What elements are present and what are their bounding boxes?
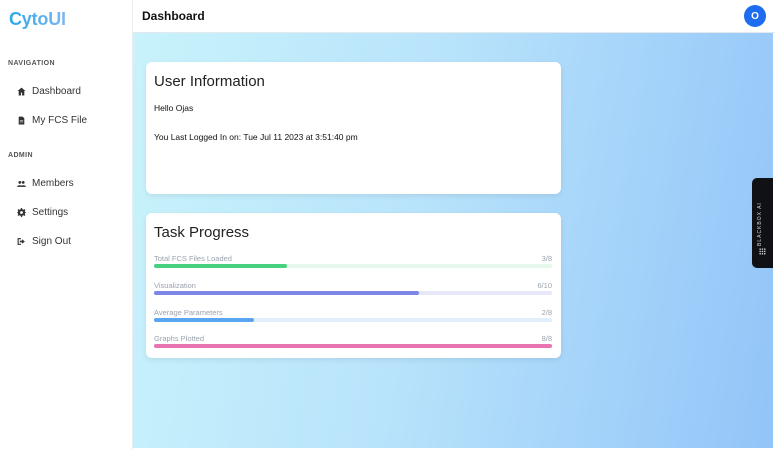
task-label: Total FCS Files Loaded bbox=[154, 254, 232, 263]
task-row: Visualization 6/10 bbox=[154, 281, 552, 297]
admin-section-title: ADMIN bbox=[8, 152, 33, 159]
page-title: Dashboard bbox=[142, 9, 205, 23]
sign-out-icon bbox=[17, 237, 25, 245]
task-value: 2/8 bbox=[541, 308, 552, 317]
task-value: 8/8 bbox=[541, 334, 552, 343]
task-label: Visualization bbox=[154, 281, 196, 290]
task-value: 3/8 bbox=[541, 254, 552, 263]
task-row: Average Parameters 2/8 bbox=[154, 308, 552, 324]
nav-section-title: NAVIGATION bbox=[8, 60, 55, 67]
sidebar-item-label: Settings bbox=[32, 206, 69, 218]
progress-track bbox=[154, 264, 552, 268]
sidebar-item-settings[interactable]: Settings bbox=[17, 205, 68, 219]
avatar[interactable]: O bbox=[744, 5, 766, 27]
user-information-card: User Information Hello Ojas You Last Log… bbox=[146, 62, 561, 194]
sidebar-item-label: Dashboard bbox=[32, 85, 81, 97]
task-row: Total FCS Files Loaded 3/8 bbox=[154, 254, 552, 270]
sidebar-item-dashboard[interactable]: Dashboard bbox=[17, 84, 81, 98]
progress-fill bbox=[154, 291, 420, 295]
progress-fill bbox=[154, 344, 552, 348]
user-information-title: User Information bbox=[154, 73, 265, 90]
main-content: User Information Hello Ojas You Last Log… bbox=[133, 33, 773, 448]
sidebar-item-members[interactable]: Members bbox=[17, 176, 74, 190]
top-bar: Dashboard O bbox=[133, 0, 775, 33]
task-progress-title: Task Progress bbox=[154, 224, 250, 241]
file-icon bbox=[18, 116, 25, 124]
greeting-text: Hello Ojas bbox=[154, 103, 194, 113]
progress-track bbox=[154, 344, 552, 348]
task-label: Graphs Plotted bbox=[154, 334, 205, 343]
sidebar-item-label: Members bbox=[32, 177, 74, 189]
users-icon bbox=[17, 180, 26, 187]
task-label: Average Parameters bbox=[154, 308, 223, 317]
app-logo[interactable]: CytoUI bbox=[9, 9, 66, 30]
sidebar-item-label: My FCS File bbox=[32, 114, 87, 126]
task-row: Graphs Plotted 8/8 bbox=[154, 334, 552, 350]
dots-icon bbox=[759, 248, 766, 255]
sidebar-item-label: Sign Out bbox=[32, 235, 71, 247]
progress-track bbox=[154, 291, 552, 295]
home-icon bbox=[17, 87, 26, 95]
blackbox-ai-label: BLACKBOX AI bbox=[757, 202, 763, 246]
blackbox-ai-widget[interactable]: BLACKBOX AI bbox=[752, 178, 773, 268]
task-progress-card: Task Progress Total FCS Files Loaded 3/8… bbox=[146, 213, 561, 358]
sidebar-item-my-fcs-file[interactable]: My FCS File bbox=[17, 113, 87, 127]
sidebar: CytoUI NAVIGATION Dashboard My FCS File … bbox=[0, 0, 133, 450]
task-value: 6/10 bbox=[537, 281, 552, 290]
progress-track bbox=[154, 318, 552, 322]
progress-fill bbox=[154, 264, 287, 268]
last-login-text: You Last Logged In on: Tue Jul 11 2023 a… bbox=[154, 132, 358, 142]
progress-fill bbox=[154, 318, 254, 322]
gear-icon bbox=[17, 207, 26, 217]
sidebar-item-sign-out[interactable]: Sign Out bbox=[17, 234, 71, 248]
